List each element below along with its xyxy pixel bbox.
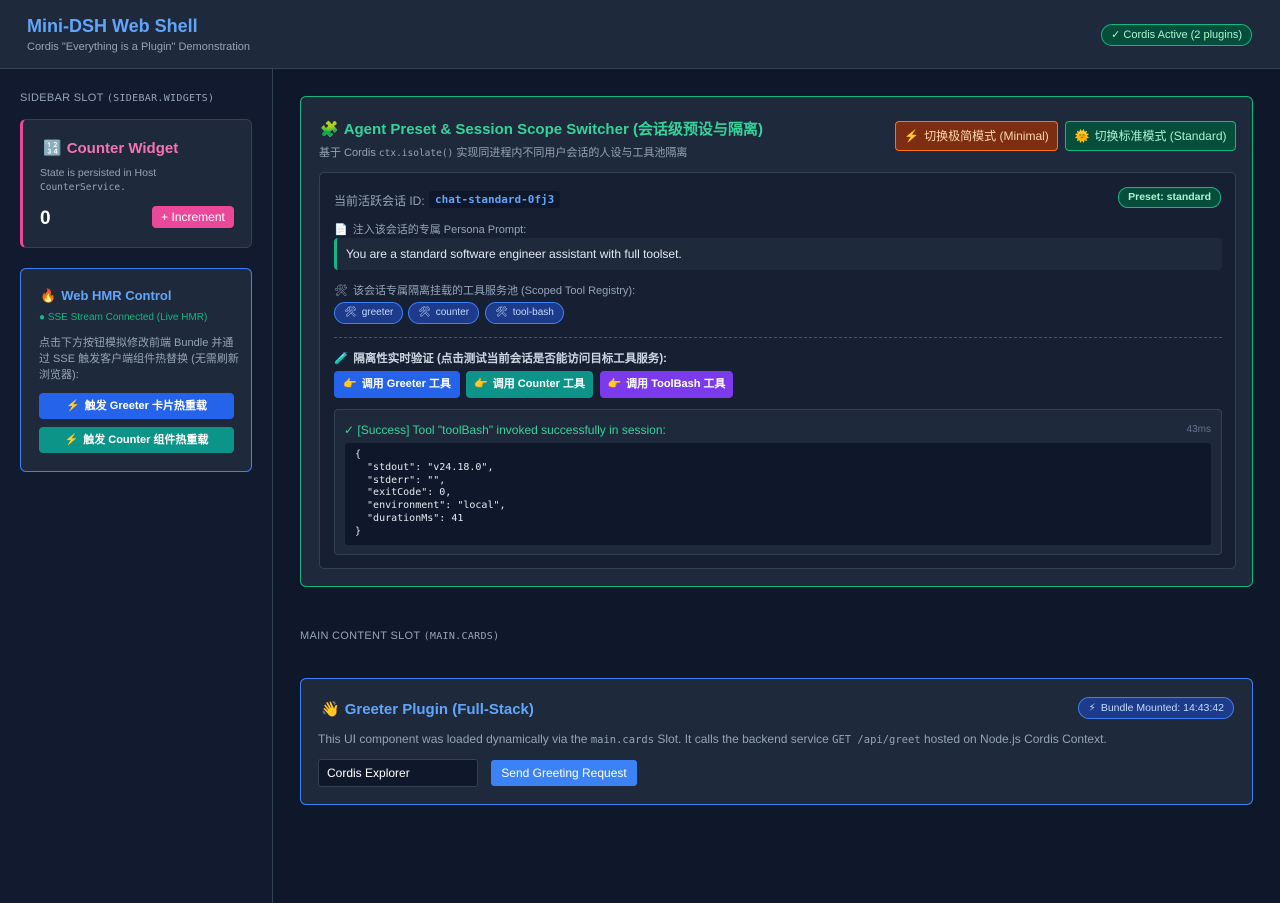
sidebar-slot-label-code: (SIDEBAR.WIDGETS) [106, 93, 215, 104]
greeter-title: 👋 Greeter Plugin (Full-Stack) [321, 700, 534, 718]
bundle-mounted-badge: ⚡ Bundle Mounted: 14:43:42 [1078, 697, 1234, 719]
tools-icon: 🛠 [495, 307, 508, 318]
counter-description: State is persisted in Host CounterServic… [40, 166, 240, 195]
bolt-icon: ⚡ [1088, 702, 1096, 714]
greeter-desc-text: Slot. It calls the backend service [657, 732, 829, 746]
counter-desc-text: State is persisted in Host [40, 167, 157, 179]
hmr-control-card: 🔥 Web HMR Control ● SSE Stream Connected … [20, 268, 252, 472]
app-subtitle: Cordis "Everything is a Plugin" Demonstr… [27, 41, 251, 53]
bolt-icon: ⚡ [66, 400, 80, 412]
tools-icon: 🛠 [418, 307, 431, 318]
wave-icon: 👋 [321, 701, 340, 718]
greeter-plugin-card: 👋 Greeter Plugin (Full-Stack) ⚡ Bundle Mou… [300, 678, 1253, 805]
app-header: Mini-DSH Web Shell Cordis "Everything is… [0, 0, 1280, 69]
tool-registry-label: 🛠 该会话专属隔离挂载的工具服务池 (Scoped Tool Registry): [334, 282, 635, 298]
sidebar: SIDEBAR SLOT (SIDEBAR.WIDGETS) 🔢 Counter … [0, 69, 273, 903]
verify-label-text: 隔离性实时验证 (点击测试当前会话是否能访问目标工具服务): [353, 353, 668, 365]
invoke-toolbash-label: 调用 ToolBash 工具 [626, 378, 726, 390]
bolt-icon: ⚡ [64, 434, 79, 446]
persona-prompt: You are a standard software engineer ass… [334, 238, 1222, 270]
test-tube-icon: 🧪 [334, 353, 349, 365]
greeter-hot-reload-label: 触发 Greeter 卡片热重载 [84, 400, 207, 412]
invoke-toolbash-button[interactable]: 👉 调用 ToolBash 工具 [600, 371, 733, 398]
fire-icon: 🔥 [40, 288, 57, 303]
main-slot-label-code: (MAIN.CARDS) [423, 631, 500, 642]
greeter-title-text: Greeter Plugin (Full-Stack) [344, 701, 534, 718]
cordis-status-badge: ✓ Cordis Active (2 plugins) [1101, 24, 1252, 46]
session-id-label: 当前活跃会话 ID: [334, 194, 425, 208]
persona-label-text: 注入该会话的专属 Persona Prompt: [352, 224, 527, 236]
tool-chip-tool-bash: 🛠 tool-bash [485, 302, 564, 324]
bundle-badge-text: Bundle Mounted: 14:43:42 [1100, 702, 1224, 714]
preset-badge: Preset: standard [1118, 187, 1221, 208]
counter-value: 0 [40, 208, 51, 229]
hmr-title-text: Web HMR Control [61, 288, 172, 303]
preset-switcher-subtitle: 基于 Cordis ctx.isolate() 实现同进程内不同用户会话的人设与… [319, 144, 687, 160]
preset-switcher-title: 🧩 Agent Preset & Session Scope Switcher (… [320, 118, 763, 139]
greeter-desc-code: GET /api/greet [832, 734, 921, 746]
tool-chip-greeter: 🛠 greeter [334, 302, 404, 324]
tools-icon: 🛠 [334, 285, 348, 297]
counter-widget: 🔢 Counter Widget State is persisted in Ho… [20, 119, 252, 248]
result-duration: 43ms [1186, 424, 1211, 435]
counter-hot-reload-label: 触发 Counter 组件热重载 [83, 434, 209, 446]
preset-sub-code: ctx.isolate() [378, 148, 454, 159]
result-json-output: { "stdout": "v24.18.0", "stderr": "", "e… [345, 443, 1211, 545]
minimal-mode-button[interactable]: ⚡ 切换极简模式 (Minimal) [895, 121, 1058, 151]
dashed-divider [334, 337, 1222, 338]
main-slot-label: MAIN CONTENT SLOT (MAIN.CARDS) [300, 630, 499, 642]
persona-label: 📄 注入该会话的专属 Persona Prompt: [334, 221, 526, 237]
invoke-counter-button[interactable]: 👉 调用 Counter 工具 [466, 371, 593, 398]
greeter-name-input[interactable] [318, 759, 478, 787]
increment-button[interactable]: + Increment [152, 206, 234, 228]
minimal-mode-label: 切换极简模式 (Minimal) [924, 129, 1049, 143]
bolt-icon: ⚡ [904, 129, 920, 143]
preset-sub-prefix: 基于 Cordis [319, 147, 376, 159]
point-right-icon: 👉 [343, 378, 357, 390]
greeter-desc-code: main.cards [590, 734, 655, 746]
puzzle-icon: 🧩 [320, 121, 339, 138]
sidebar-slot-label-text: SIDEBAR SLOT [20, 92, 104, 104]
preset-title-text: Agent Preset & Session Scope Switcher (会… [343, 121, 763, 138]
greeter-desc-text: hosted on Node.js Cordis Context. [924, 732, 1107, 746]
greeter-desc-text: This UI component was loaded dynamically… [318, 732, 588, 746]
sse-status: ● SSE Stream Connected (Live HMR) [39, 312, 208, 323]
session-id-value: chat-standard-0fj3 [429, 191, 561, 208]
tool-chip-counter: 🛠 counter [408, 302, 480, 324]
greeter-hot-reload-button[interactable]: ⚡ 触发 Greeter 卡片热重载 [39, 393, 234, 419]
session-panel: 当前活跃会话 ID: chat-standard-0fj3 Preset: st… [319, 172, 1236, 569]
tool-chip-label: tool-bash [512, 307, 554, 318]
sidebar-slot-label: SIDEBAR SLOT (SIDEBAR.WIDGETS) [20, 92, 214, 104]
send-greeting-button[interactable]: Send Greeting Request [491, 760, 637, 786]
registry-label-text: 该会话专属隔离挂载的工具服务池 (Scoped Tool Registry): [352, 285, 636, 297]
tool-chip-label: greeter [361, 307, 394, 318]
hmr-title: 🔥 Web HMR Control [40, 288, 171, 304]
counter-icon: 🔢 [43, 140, 62, 157]
main-slot-label-text: MAIN CONTENT SLOT [300, 630, 421, 642]
greeter-description: This UI component was loaded dynamically… [318, 732, 1107, 746]
app-title: Mini-DSH Web Shell [27, 16, 198, 36]
standard-mode-button[interactable]: 🌞 切换标准模式 (Standard) [1065, 121, 1236, 151]
hmr-description: 点击下方按钮模拟修改前端 Bundle 并通过 SSE 触发客户端组件热替换 (… [39, 337, 239, 381]
counter-desc-code: CounterService. [40, 182, 126, 193]
result-message: ✓ [Success] Tool "toolBash" invoked succ… [344, 423, 666, 437]
preset-sub-suffix: 实现同进程内不同用户会话的人设与工具池隔离 [456, 147, 688, 159]
isolation-verify-label: 🧪 隔离性实时验证 (点击测试当前会话是否能访问目标工具服务): [334, 350, 667, 366]
counter-widget-title: 🔢 Counter Widget [43, 139, 178, 157]
point-right-icon: 👉 [474, 378, 488, 390]
standard-mode-label: 切换标准模式 (Standard) [1094, 129, 1227, 143]
point-right-icon: 👉 [607, 378, 622, 390]
invocation-result: ✓ [Success] Tool "toolBash" invoked succ… [334, 409, 1222, 555]
counter-title-text: Counter Widget [66, 140, 179, 157]
document-icon: 📄 [334, 224, 348, 236]
preset-switcher-card: 🧩 Agent Preset & Session Scope Switcher (… [300, 96, 1253, 587]
invoke-greeter-button[interactable]: 👉 调用 Greeter 工具 [334, 371, 460, 398]
sun-icon: 🌞 [1074, 129, 1090, 143]
tools-icon: 🛠 [344, 307, 357, 318]
tool-chip-label: counter [435, 307, 470, 318]
invoke-counter-label: 调用 Counter 工具 [492, 378, 585, 390]
counter-hot-reload-button[interactable]: ⚡ 触发 Counter 组件热重载 [39, 427, 234, 453]
invoke-greeter-label: 调用 Greeter 工具 [361, 378, 451, 390]
